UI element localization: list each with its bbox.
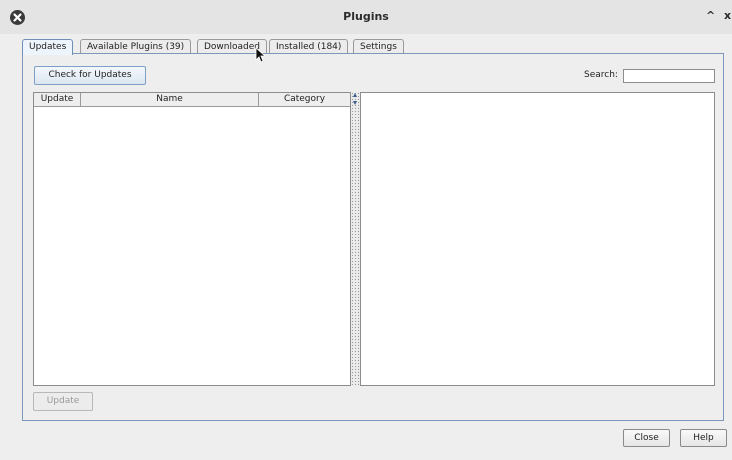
tab-available-plugins[interactable]: Available Plugins (39) [80, 39, 192, 54]
split-pane-divider[interactable] [351, 92, 360, 386]
tab-updates[interactable]: Updates [22, 39, 74, 55]
tab-installed[interactable]: Installed (184) [269, 39, 349, 54]
update-button[interactable]: Update [33, 392, 93, 411]
column-header-update[interactable]: Update [34, 93, 81, 107]
help-button[interactable]: Help [680, 429, 727, 447]
plugin-details-pane [360, 92, 715, 386]
tab-settings[interactable]: Settings [353, 39, 404, 54]
splitter-arrow-up-icon[interactable] [353, 93, 357, 97]
close-button[interactable]: Close [623, 429, 670, 447]
minimize-icon[interactable]: ^ [706, 9, 715, 22]
column-header-name[interactable]: Name [81, 93, 259, 107]
mouse-cursor-icon [255, 47, 267, 66]
search-label: Search: [584, 70, 618, 80]
splitter-arrow-down-icon[interactable] [353, 101, 357, 105]
updates-table: Update Name Category [33, 92, 351, 386]
search-input[interactable] [623, 69, 715, 83]
close-icon[interactable]: x [724, 9, 731, 22]
column-header-category[interactable]: Category [259, 93, 350, 107]
window-title: Plugins [343, 10, 389, 23]
check-for-updates-button[interactable]: Check for Updates [34, 66, 146, 85]
